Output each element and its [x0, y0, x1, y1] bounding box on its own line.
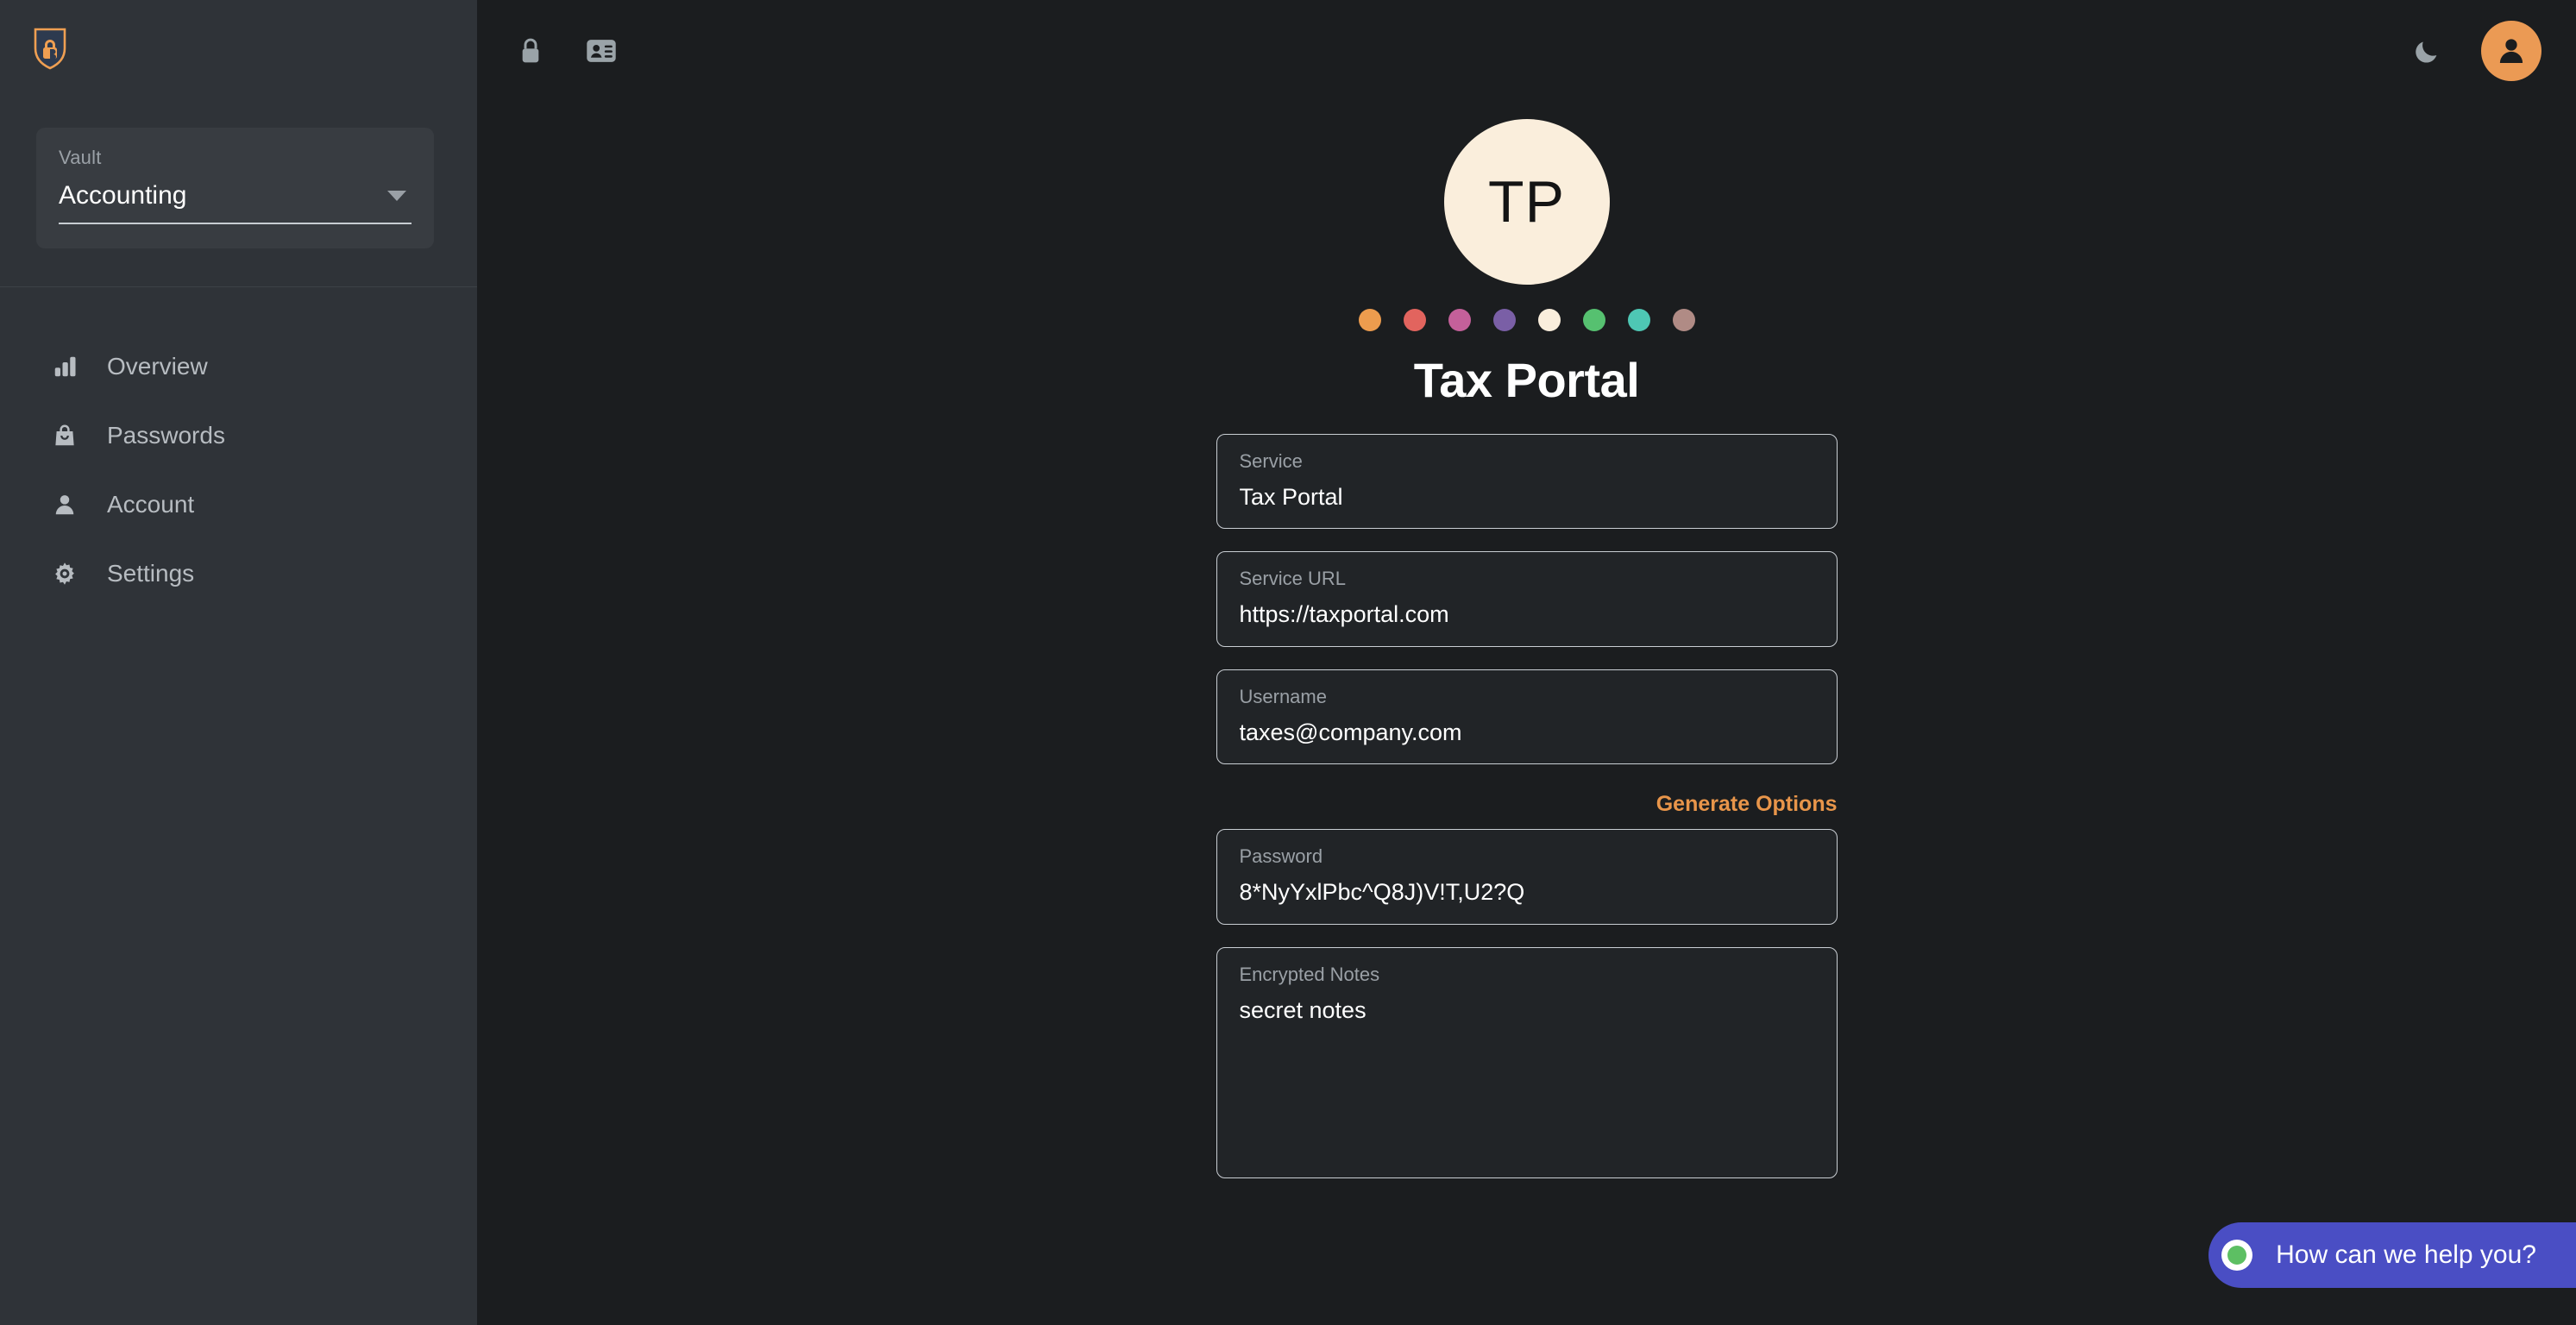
sidebar-item-account[interactable]: Account — [0, 470, 477, 539]
chat-status-dot — [2227, 1246, 2247, 1265]
entry-avatar-initials: TP — [1488, 169, 1565, 235]
bar-chart-icon — [50, 352, 79, 381]
page-title: Tax Portal — [1413, 353, 1640, 407]
moon-icon[interactable] — [2412, 36, 2441, 66]
password-field-label: Password — [1239, 845, 1323, 868]
username-field[interactable]: Username taxes@company.com — [1216, 669, 1838, 765]
color-swatch-rose[interactable] — [1672, 309, 1695, 331]
entry-form: Service Tax Portal Service URL https://t… — [1216, 434, 1838, 1178]
vault-selected-value: Accounting — [59, 181, 187, 210]
password-field-value[interactable]: 8*NyYxlPbc^Q8J)V!T,U2?Q — [1240, 878, 1814, 906]
color-swatch-teal[interactable] — [1627, 309, 1650, 331]
color-swatch-purple[interactable] — [1492, 309, 1516, 331]
sidebar-item-passwords[interactable]: Passwords — [0, 401, 477, 470]
sidebar-item-label: Settings — [107, 560, 195, 587]
sidebar-nav: Overview Passwords Account Settings — [0, 287, 477, 608]
contact-card-icon[interactable] — [586, 38, 617, 64]
entry-detail: TP Tax Portal Service Tax Portal Service… — [477, 102, 2576, 1178]
encrypted-notes-field-value[interactable]: secret notes — [1240, 996, 1814, 1024]
sidebar-item-label: Overview — [107, 353, 208, 380]
lock-bag-icon — [50, 421, 79, 450]
service-field-value[interactable]: Tax Portal — [1240, 483, 1814, 511]
service-field-label: Service — [1239, 450, 1303, 472]
service-url-field-value[interactable]: https://taxportal.com — [1240, 600, 1814, 628]
chat-bubble-message[interactable]: How can we help you? — [2208, 1222, 2576, 1288]
main-content: TP Tax Portal Service Tax Portal Service… — [477, 0, 2576, 1325]
entry-avatar[interactable]: TP — [1443, 119, 1610, 285]
vault-selector-card[interactable]: Vault Accounting — [36, 128, 434, 248]
topbar-left-actions — [517, 35, 617, 66]
color-swatch-green[interactable] — [1582, 309, 1605, 331]
color-swatch-pink[interactable] — [1448, 309, 1471, 331]
vault-select[interactable]: Accounting — [59, 181, 412, 224]
sidebar-item-label: Passwords — [107, 422, 225, 449]
username-field-label: Username — [1239, 685, 1327, 707]
chevron-down-icon[interactable] — [387, 191, 406, 201]
generate-options-link[interactable]: Generate Options — [1656, 792, 1838, 817]
encrypted-notes-field-label: Encrypted Notes — [1239, 963, 1380, 985]
service-url-field-label: Service URL — [1239, 568, 1346, 590]
topbar-right-actions — [2412, 21, 2541, 81]
user-avatar-icon[interactable] — [2481, 21, 2541, 81]
color-swatch-picker — [1358, 309, 1695, 331]
color-swatch-orange[interactable] — [1358, 309, 1381, 331]
sidebar-item-settings[interactable]: Settings — [0, 539, 477, 608]
app-root: Vault Accounting Overview Passwords Acco… — [0, 0, 2576, 1325]
chat-widget[interactable]: How can we help you? — [2208, 1222, 2576, 1288]
color-swatch-red[interactable] — [1403, 309, 1426, 331]
gear-icon — [50, 559, 79, 588]
service-field[interactable]: Service Tax Portal — [1216, 434, 1838, 530]
vault-label: Vault — [59, 147, 102, 168]
password-field[interactable]: Password 8*NyYxlPbc^Q8J)V!T,U2?Q — [1216, 829, 1838, 925]
service-url-field[interactable]: Service URL https://taxportal.com — [1216, 551, 1838, 647]
padlock-icon[interactable] — [517, 35, 544, 66]
sidebar: Vault Accounting Overview Passwords Acco… — [0, 0, 477, 1325]
chat-online-status-icon — [2221, 1240, 2253, 1271]
person-icon — [50, 490, 79, 519]
encrypted-notes-field[interactable]: Encrypted Notes secret notes — [1216, 946, 1838, 1178]
color-swatch-cream[interactable] — [1537, 309, 1561, 331]
shield-lock-logo-icon[interactable] — [33, 26, 477, 71]
sidebar-item-label: Account — [107, 491, 195, 518]
logo-wrap — [0, 0, 477, 128]
topbar — [477, 0, 2576, 102]
username-field-value[interactable]: taxes@company.com — [1240, 719, 1814, 746]
sidebar-item-overview[interactable]: Overview — [0, 332, 477, 401]
